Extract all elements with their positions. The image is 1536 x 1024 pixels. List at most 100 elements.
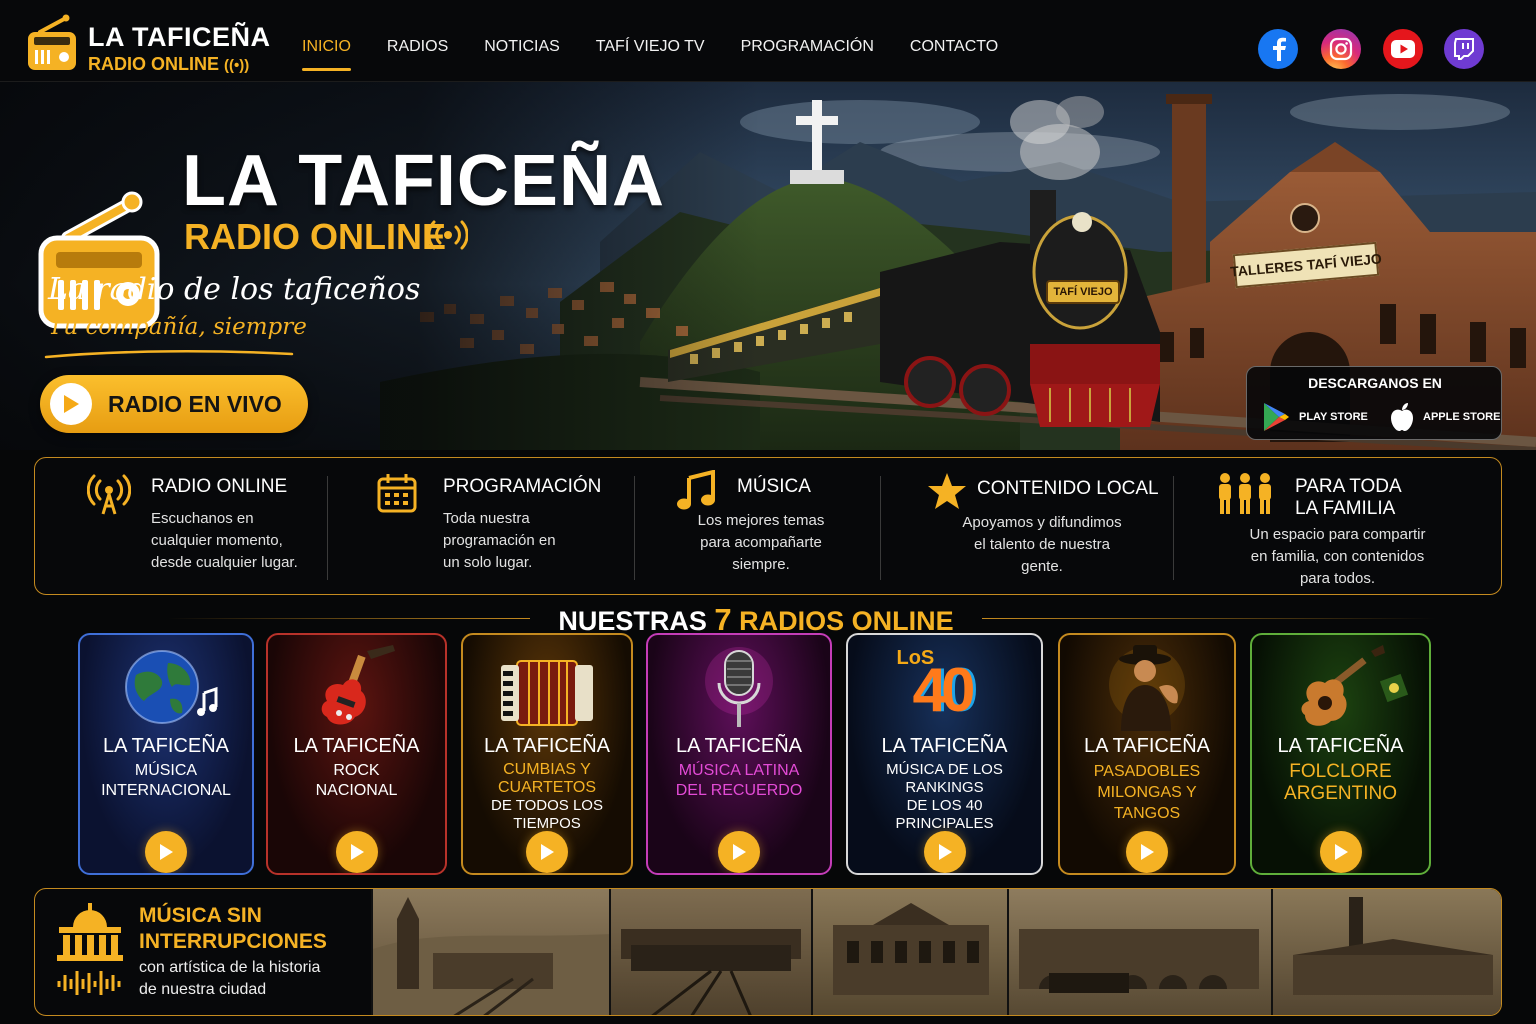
antenna-icon	[87, 474, 131, 515]
historic-photo	[811, 889, 1007, 1015]
history-title: MÚSICA SIN INTERRUPCIONES	[139, 904, 327, 953]
los40-logo-number: 40	[912, 656, 976, 725]
music-note-icon	[677, 470, 715, 510]
tango-dancers-icon	[1060, 641, 1234, 741]
radio-card-folclore[interactable]: LA TAFICEÑA FOLCLORE ARGENTINO	[1250, 633, 1431, 875]
feature-title: MÚSICA	[737, 476, 811, 497]
accordion-icon	[463, 641, 631, 741]
feature-desc-line: el talento de nuestra	[974, 536, 1110, 553]
nav-brand-subtitle-text: RADIO ONLINE	[88, 54, 220, 74]
radio-genre: PASADOBLES MILONGAS Y TANGOS	[1093, 763, 1201, 822]
youtube-icon[interactable]	[1383, 29, 1423, 69]
play-icon	[541, 844, 554, 860]
feature-desc-line: desde cualquier lugar.	[151, 554, 298, 571]
nav-brand-subtitle: RADIO ONLINE ((•))	[88, 54, 249, 75]
play-button[interactable]	[145, 831, 187, 873]
download-app-box: DESCARGANOS EN PLAY STORE APPLE STORE	[1246, 366, 1502, 440]
tagline-underline	[44, 350, 294, 359]
feature-desc-line: Los mejores temas	[697, 512, 825, 529]
nav-item-programacion[interactable]: PROGRAMACIÓN	[741, 38, 874, 72]
acoustic-guitar-icon	[1252, 641, 1429, 741]
locomotive-plate: TAFÍ VIEJO	[1046, 280, 1120, 304]
download-title: DESCARGANOS EN	[1308, 375, 1442, 391]
hero-subtitle: RADIO ONLINE	[184, 216, 447, 257]
historic-photo	[609, 889, 811, 1015]
feature-desc-line: en familia, con contenidos	[1250, 548, 1425, 565]
apple-icon	[1391, 403, 1413, 431]
play-button[interactable]	[1319, 831, 1362, 873]
facebook-icon[interactable]	[1258, 29, 1298, 69]
feature-musica: MÚSICA Los mejores temas para acompañart…	[635, 458, 880, 596]
radio-card-rock-nacional[interactable]: LA TAFICEÑA ROCK NACIONAL	[266, 633, 447, 875]
main-menu: INICIO RADIOS NOTICIAS TAFÍ VIEJO TV PRO…	[302, 38, 1034, 72]
play-icon	[50, 383, 92, 425]
nav-item-inicio[interactable]: INICIO	[302, 38, 351, 72]
hero-banner: LA TAFICEÑA RADIO ONLINE La radio de los…	[0, 82, 1536, 450]
section-title-suffix: RADIOS ONLINE	[739, 606, 954, 636]
feature-desc-line: Un espacio para compartir	[1249, 526, 1426, 543]
feature-desc-line: para todos.	[1299, 570, 1376, 587]
radio-genre: FOLCLORE ARGENTINO	[1284, 761, 1397, 804]
section-title-prefix: NUESTRAS	[558, 606, 707, 636]
radio-card-cumbias-cuartetos[interactable]: LA TAFICEÑA CUMBIAS Y CUARTETOS DE TODOS…	[461, 633, 633, 875]
broadcast-icon: ((•))	[224, 57, 250, 74]
radio-name: LA TAFICEÑA	[293, 735, 420, 757]
play-store-icon	[1264, 403, 1289, 431]
hero-title: LA TAFICEÑA	[182, 141, 665, 221]
feature-desc-line: Toda nuestra	[443, 510, 530, 527]
globe-icon	[80, 641, 252, 741]
feature-title: PARA TODA LA FAMILIA	[1295, 476, 1402, 519]
play-icon	[350, 844, 364, 860]
microphone-icon	[648, 641, 830, 741]
radio-genre-extra: DE TODOS LOS TIEMPOS	[491, 797, 603, 832]
play-button[interactable]	[335, 831, 378, 873]
historic-photo	[371, 889, 609, 1015]
los40-logo-icon: LoS 40	[848, 641, 1041, 741]
play-button[interactable]	[923, 831, 966, 873]
radio-genre: CUMBIAS Y CUARTETOS	[497, 761, 597, 796]
feature-desc-line: programación en	[443, 532, 556, 549]
nav-item-contacto[interactable]: CONTACTO	[910, 38, 998, 72]
nav-item-noticias[interactable]: NOTICIAS	[484, 38, 560, 72]
nav-item-radios[interactable]: RADIOS	[387, 38, 448, 72]
radio-count: 7	[714, 602, 732, 637]
radio-en-vivo-label: RADIO EN VIVO	[108, 390, 282, 417]
feature-contenido-local: CONTENIDO LOCAL Apoyamos y difundimos el…	[881, 458, 1173, 596]
electric-guitar-icon	[268, 641, 445, 741]
radio-card-los-40[interactable]: LoS 40 LA TAFICEÑA MÚSICA DE LOS RANKING…	[846, 633, 1043, 875]
feature-para-toda-la-familia: PARA TODA LA FAMILIA Un espacio para com…	[1174, 458, 1501, 596]
radio-card-pasadobles-tangos[interactable]: LA TAFICEÑA PASADOBLES MILONGAS Y TANGOS	[1058, 633, 1236, 875]
twitch-icon[interactable]	[1444, 29, 1484, 69]
radio-en-vivo-button[interactable]: RADIO EN VIVO	[40, 375, 308, 433]
radio-card-internacional[interactable]: LA TAFICEÑA MÚSICA INTERNACIONAL	[78, 633, 254, 875]
star-icon	[928, 473, 966, 509]
radio-name: LA TAFICEÑA	[1084, 735, 1210, 757]
radio-logo-icon	[28, 14, 76, 70]
feature-desc-line: para acompañarte	[700, 534, 822, 551]
feature-desc-line: un solo lugar.	[443, 554, 533, 571]
feature-programacion: PROGRAMACIÓN Toda nuestra programación e…	[328, 458, 634, 596]
radio-card-musica-latina[interactable]: LA TAFICEÑA MÚSICA LATINA DEL RECUERDO	[646, 633, 832, 875]
radio-name: LA TAFICEÑA	[484, 735, 610, 757]
play-store-link[interactable]: PLAY STORE	[1261, 401, 1368, 433]
nav-item-tafi-viejo-tv[interactable]: TAFÍ VIEJO TV	[596, 38, 705, 72]
play-store-label: PLAY STORE	[1299, 411, 1368, 423]
city-hall-icon	[57, 903, 123, 995]
features-bar: RADIO ONLINE Escuchanos en cualquier mom…	[34, 457, 1502, 595]
play-button[interactable]	[1126, 831, 1168, 873]
feature-desc-line: gente.	[1021, 558, 1063, 575]
radio-genre: MÚSICA LATINA DEL RECUERDO	[675, 762, 803, 799]
hero-tagline-secondary: Tu compañía, siempre	[48, 314, 307, 340]
radio-genre: MÚSICA DE LOS RANKINGS DE LOS 40 PRINCIP…	[886, 761, 1003, 832]
nav-brand-title: LA TAFICEÑA	[88, 22, 271, 52]
radio-genre: MÚSICA INTERNACIONAL	[101, 762, 231, 799]
nav-logo[interactable]: LA TAFICEÑA RADIO ONLINE ((•))	[26, 14, 270, 75]
instagram-icon[interactable]	[1321, 29, 1361, 69]
play-button[interactable]	[526, 831, 568, 873]
radio-name: LA TAFICEÑA	[103, 735, 229, 757]
historic-photo-strip	[371, 889, 1501, 1015]
historic-photo	[1007, 889, 1271, 1015]
apple-store-label: APPLE STORE	[1423, 411, 1501, 423]
apple-store-link[interactable]: APPLE STORE	[1389, 401, 1500, 433]
play-button[interactable]	[718, 831, 760, 873]
